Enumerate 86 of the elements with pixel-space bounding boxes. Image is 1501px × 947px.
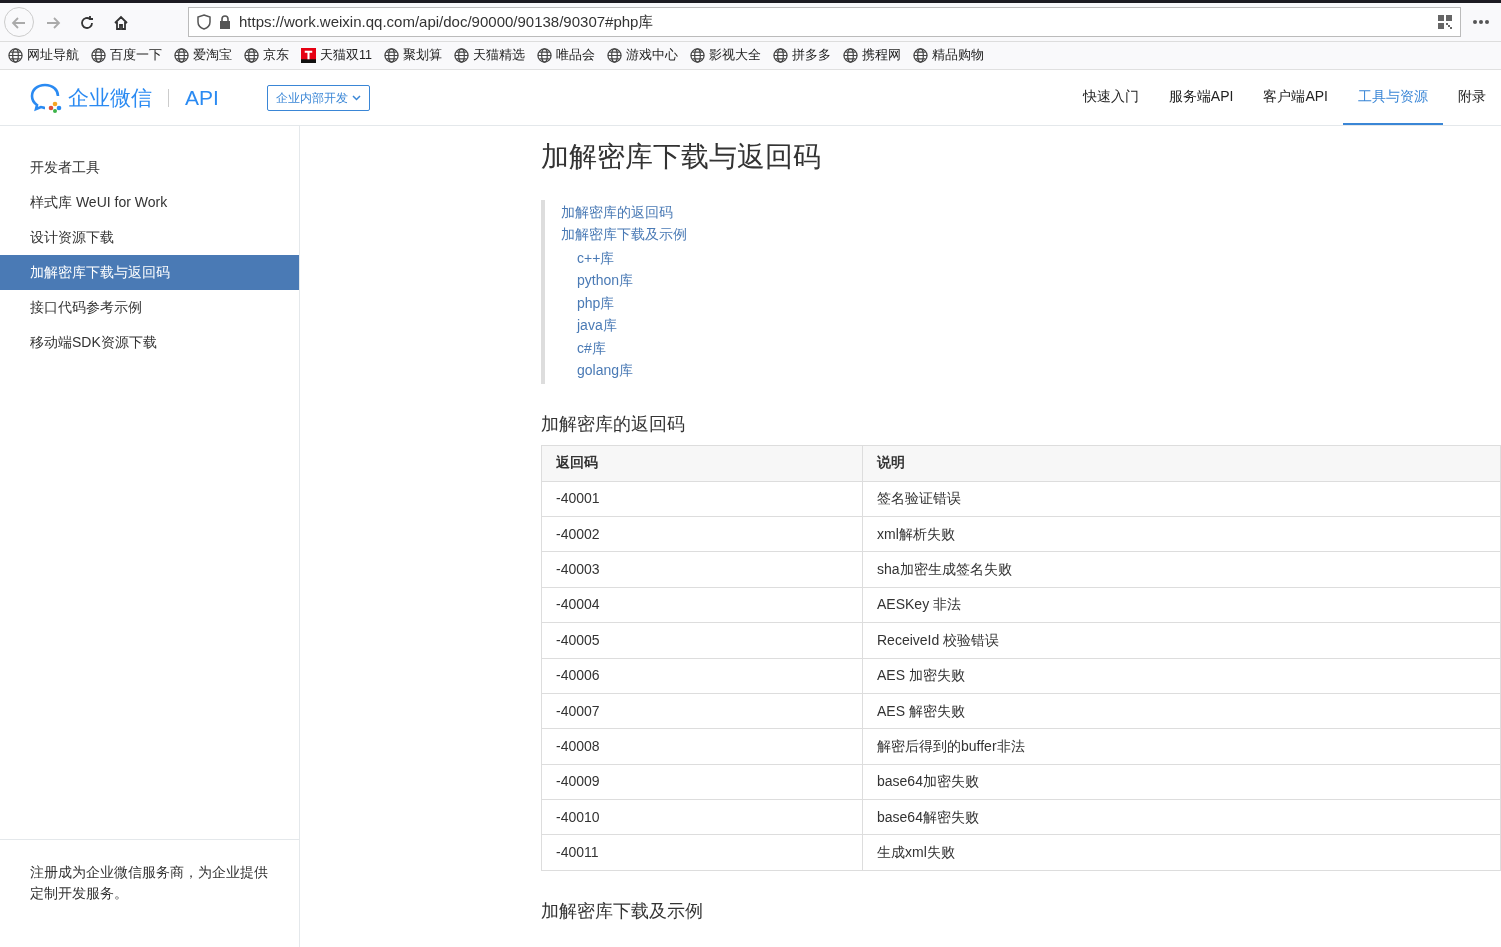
- bookmark-link[interactable]: 携程网: [862, 46, 901, 65]
- globe-icon: [913, 48, 928, 63]
- nav-tab[interactable]: 服务端API: [1153, 70, 1249, 125]
- url-text: https://work.weixin.qq.com/api/doc/90000/90138/90307#php库: [239, 11, 654, 32]
- api-label: API: [185, 84, 219, 111]
- globe-icon: [690, 48, 705, 63]
- nav-tab[interactable]: 附录: [1443, 70, 1501, 125]
- toc-link[interactable]: python库: [561, 269, 1501, 292]
- nav-tab[interactable]: 客户端API: [1248, 70, 1343, 125]
- table-cell: AESKey 非法: [862, 587, 1501, 623]
- more-icon[interactable]: [1473, 20, 1489, 24]
- reload-icon: [78, 13, 96, 32]
- bookmark-link[interactable]: 聚划算: [403, 46, 442, 65]
- bookmark-link[interactable]: 百度一下: [110, 46, 162, 65]
- logo-icon: [30, 82, 64, 113]
- table-cell: -40004: [541, 587, 863, 623]
- table-cell: -40001: [541, 481, 863, 517]
- table-cell: base64加密失败: [862, 764, 1501, 800]
- caret-icon: [351, 94, 361, 101]
- table-cell: AES 解密失败: [862, 693, 1501, 729]
- shield-icon: [197, 14, 211, 30]
- home-icon: [112, 13, 130, 32]
- category-dropdown[interactable]: 企业内部开发: [266, 84, 370, 111]
- globe-icon: [537, 48, 552, 63]
- table-cell: -40003: [541, 551, 863, 588]
- column-header: 说明: [862, 445, 1501, 482]
- column-header: 返回码: [541, 445, 863, 482]
- lock-icon: [219, 15, 231, 29]
- promo-text: 注册成为企业微信服务商，为企业提供定制开发服务。: [30, 865, 268, 901]
- sidebar-item[interactable]: 开发者工具: [0, 150, 299, 185]
- globe-icon: [454, 48, 469, 63]
- toc-link[interactable]: 加解密库的返回码: [561, 201, 1501, 225]
- page-title: 加解密库下载与返回码: [541, 140, 822, 174]
- toc-link[interactable]: c++库: [561, 246, 1501, 270]
- table-cell: ReceiveId 校验错误: [862, 622, 1501, 659]
- address-bar[interactable]: https://work.weixin.qq.com/api/doc/90000/90138/90307#php库: [188, 7, 1461, 37]
- tag-icon: [301, 48, 316, 63]
- sidebar-item[interactable]: 样式库 WeUI for Work: [0, 185, 299, 220]
- table-cell: sha加密生成签名失败: [862, 551, 1501, 588]
- bookmark-link[interactable]: 爱淘宝: [193, 46, 232, 65]
- qr-code-icon[interactable]: [1438, 15, 1452, 29]
- table-cell: 签名验证错误: [862, 481, 1501, 517]
- bookmark-link[interactable]: 天猫双11: [320, 46, 372, 65]
- table-cell: AES 加密失败: [862, 658, 1501, 694]
- table-cell: -40007: [541, 693, 863, 729]
- table-cell: -40005: [541, 622, 863, 659]
- table-cell: xml解析失败: [862, 516, 1501, 552]
- toc-link[interactable]: 加解密库下载及示例: [561, 224, 1501, 247]
- nav-tab[interactable]: 工具与资源: [1343, 70, 1443, 125]
- sidebar-item[interactable]: 接口代码参考示例: [0, 290, 299, 325]
- globe-icon: [773, 48, 788, 63]
- table-cell: 生成xml失败: [862, 835, 1501, 871]
- globe-icon: [843, 48, 858, 63]
- section-heading: 加解密库下载及示例: [541, 900, 704, 923]
- sidebar-item[interactable]: 设计资源下载: [0, 220, 299, 255]
- bookmark-link[interactable]: 天猫精选: [473, 46, 525, 65]
- table-cell: -40011: [541, 835, 863, 871]
- globe-icon: [244, 48, 259, 63]
- sidebar-item[interactable]: 移动端SDK资源下载: [0, 325, 299, 360]
- toc-link[interactable]: golang库: [561, 359, 1501, 382]
- sidebar-item[interactable]: 加解密库下载与返回码: [0, 255, 299, 290]
- globe-icon: [174, 48, 189, 63]
- bookmark-link[interactable]: 京东: [263, 46, 289, 65]
- bookmark-link[interactable]: 精品购物: [932, 46, 984, 65]
- table-cell: -40002: [541, 516, 863, 552]
- bookmark-link[interactable]: 拼多多: [792, 46, 831, 65]
- globe-icon: [91, 48, 106, 63]
- toc-link[interactable]: java库: [561, 314, 1501, 337]
- table-cell: -40010: [541, 799, 863, 835]
- bookmark-link[interactable]: 游戏中心: [626, 46, 678, 65]
- globe-icon: [8, 48, 23, 63]
- table-cell: -40006: [541, 658, 863, 694]
- bookmark-link[interactable]: 网址导航: [27, 46, 79, 65]
- logo-text: 企业微信: [68, 84, 152, 111]
- bookmark-link[interactable]: 唯品会: [556, 46, 595, 65]
- toc-link[interactable]: php库: [561, 291, 1501, 315]
- section-heading: 加解密库的返回码: [541, 413, 686, 436]
- toc-link[interactable]: c#库: [561, 336, 1501, 360]
- table-cell: base64解密失败: [862, 799, 1501, 835]
- globe-icon: [384, 48, 399, 63]
- table-cell: 解密后得到的buffer非法: [862, 728, 1501, 765]
- bookmark-link[interactable]: 影视大全: [709, 46, 761, 65]
- table-cell: -40009: [541, 764, 863, 800]
- table-cell: -40008: [541, 728, 863, 765]
- globe-icon: [607, 48, 622, 63]
- nav-tab[interactable]: 快速入门: [1067, 70, 1154, 125]
